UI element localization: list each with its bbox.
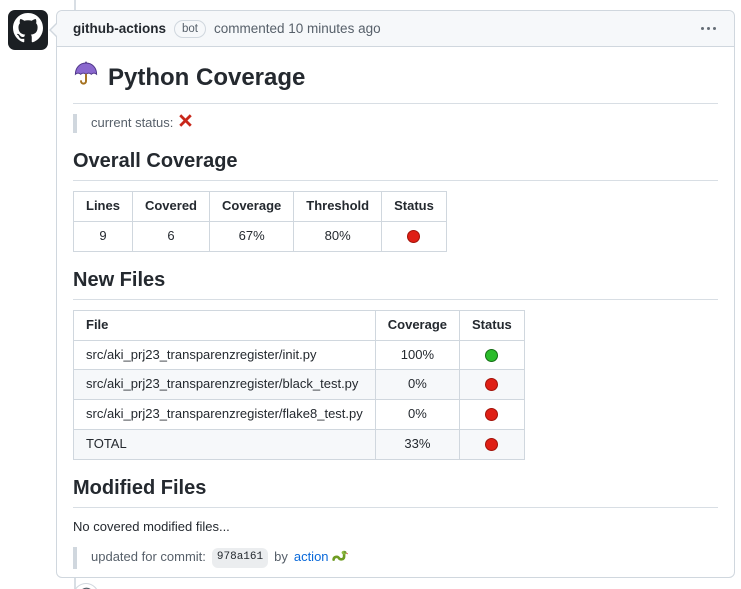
new-files-table: File Coverage Status src/aki_prj23_trans… — [73, 310, 525, 460]
column-header: File — [74, 310, 376, 340]
coverage-value: 33% — [375, 430, 459, 460]
commit-hash: 978a161 — [212, 548, 268, 568]
column-header: Lines — [74, 192, 133, 222]
coverage-value: 0% — [375, 400, 459, 430]
coverage-value: 100% — [375, 340, 459, 370]
table-row: 9 6 67% 80% — [74, 221, 447, 251]
kebab-menu-icon[interactable] — [699, 21, 718, 36]
github-octocat-icon — [13, 13, 43, 48]
table-header-row: Lines Covered Coverage Threshold Status — [74, 192, 447, 222]
column-header: Coverage — [375, 310, 459, 340]
coverage-value: 0% — [375, 370, 459, 400]
commit-note: updated for commit: 978a161 by action — [73, 547, 718, 569]
github-comment-page: github-actions bot commented 10 minutes … — [0, 0, 741, 589]
status-circle-icon — [485, 438, 498, 451]
overall-coverage-heading: Overall Coverage — [73, 149, 718, 181]
no-modified-files-text: No covered modified files... — [73, 518, 718, 537]
file-path: src/aki_prj23_transparenzregister/init.p… — [74, 340, 376, 370]
column-header: Status — [460, 310, 525, 340]
status-circle-icon — [407, 230, 420, 243]
status-circle-icon — [485, 408, 498, 421]
action-link[interactable]: action — [294, 548, 329, 567]
table-row-total: TOTAL 33% — [74, 430, 525, 460]
lines-value: 9 — [74, 221, 133, 251]
snake-icon — [331, 547, 348, 569]
modified-files-heading: Modified Files — [73, 476, 718, 508]
table-row: src/aki_prj23_transparenzregister/flake8… — [74, 400, 525, 430]
status-circle-icon — [485, 349, 498, 362]
threshold-value: 80% — [294, 221, 382, 251]
column-header: Status — [382, 192, 447, 222]
column-header: Threshold — [294, 192, 382, 222]
bot-badge: bot — [174, 20, 206, 38]
page-title-text: Python Coverage — [108, 63, 305, 93]
status-circle-icon — [485, 378, 498, 391]
column-header: Covered — [132, 192, 209, 222]
by-label: by — [274, 548, 288, 567]
current-status-label: current status: — [91, 114, 173, 133]
overall-coverage-table: Lines Covered Coverage Threshold Status … — [73, 191, 447, 252]
file-path: src/aki_prj23_transparenzregister/flake8… — [74, 400, 376, 430]
add-reaction-button[interactable] — [73, 583, 99, 589]
cross-mark-icon — [179, 114, 192, 133]
umbrella-icon — [73, 61, 99, 95]
total-label: TOTAL — [74, 430, 376, 460]
comment-header: github-actions bot commented 10 minutes … — [57, 11, 734, 47]
comment-timestamp[interactable]: commented 10 minutes ago — [214, 21, 381, 36]
updated-for-commit-label: updated for commit: — [91, 548, 206, 567]
new-files-heading: New Files — [73, 268, 718, 300]
covered-value: 6 — [132, 221, 209, 251]
comment-card: github-actions bot commented 10 minutes … — [56, 10, 735, 578]
current-status-note: current status: — [73, 114, 718, 133]
github-actions-avatar[interactable] — [8, 10, 48, 50]
column-header: Coverage — [210, 192, 294, 222]
table-row: src/aki_prj23_transparenzregister/black_… — [74, 370, 525, 400]
table-header-row: File Coverage Status — [74, 310, 525, 340]
coverage-value: 67% — [210, 221, 294, 251]
file-path: src/aki_prj23_transparenzregister/black_… — [74, 370, 376, 400]
comment-author[interactable]: github-actions — [73, 21, 166, 36]
table-row: src/aki_prj23_transparenzregister/init.p… — [74, 340, 525, 370]
comment-body: Python Coverage current status: Overall … — [57, 47, 734, 589]
page-title: Python Coverage — [73, 61, 718, 104]
